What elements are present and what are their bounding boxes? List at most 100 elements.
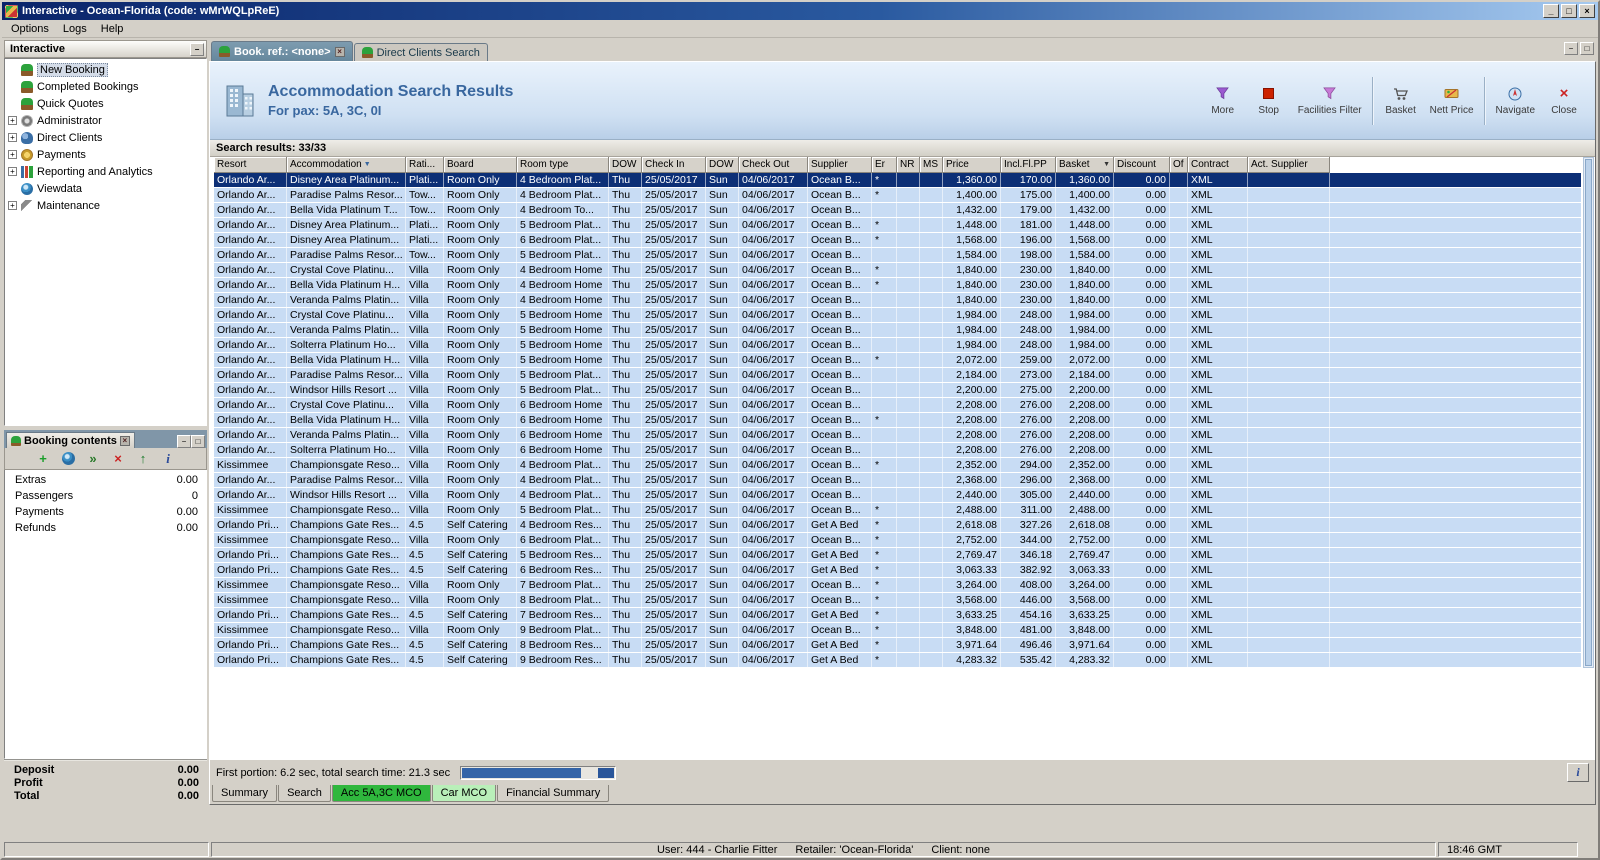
column-header-resort[interactable]: Resort bbox=[214, 157, 287, 173]
column-header-nr[interactable]: NR bbox=[897, 157, 920, 173]
table-row[interactable]: Orlando Ar... Windsor Hills Resort ... Vil… bbox=[214, 488, 1581, 503]
booking-contents-row[interactable]: Extras 0.00 bbox=[5, 474, 206, 490]
table-row[interactable]: Orlando Ar... Windsor Hills Resort ... Vil… bbox=[214, 383, 1581, 398]
scrollbar-thumb[interactable] bbox=[1585, 159, 1592, 666]
table-row[interactable]: Kissimmee Championsgate Reso... Villa Room … bbox=[214, 458, 1581, 473]
table-row[interactable]: Orlando Ar... Veranda Palms Platin... Vill… bbox=[214, 293, 1581, 308]
expander-icon[interactable]: + bbox=[8, 133, 17, 142]
basket-button[interactable]: Basket bbox=[1378, 73, 1424, 129]
add-icon[interactable]: + bbox=[36, 451, 51, 466]
sidebar-item-payments[interactable]: + Payments bbox=[5, 146, 206, 163]
booking-contents-row[interactable]: Payments 0.00 bbox=[5, 506, 206, 522]
facilities-filter-button[interactable]: Facilities Filter bbox=[1292, 73, 1368, 129]
tab-booking-ref[interactable]: Book. ref.: <none> × bbox=[211, 41, 353, 61]
close-tab-icon[interactable]: × bbox=[119, 435, 130, 446]
table-row[interactable]: Orlando Pri... Champions Gate Res... 4.5 Se… bbox=[214, 608, 1581, 623]
collapse-panel-icon[interactable]: − bbox=[190, 42, 204, 56]
maximize-button[interactable]: □ bbox=[1561, 4, 1577, 18]
table-row[interactable]: Kissimmee Championsgate Reso... Villa Room … bbox=[214, 623, 1581, 638]
column-header-board[interactable]: Board bbox=[444, 157, 517, 173]
table-row[interactable]: Kissimmee Championsgate Reso... Villa Room … bbox=[214, 578, 1581, 593]
table-row[interactable]: Orlando Pri... Champions Gate Res... 4.5 Se… bbox=[214, 653, 1581, 668]
column-header-act-supplier[interactable]: Act. Supplier bbox=[1248, 157, 1330, 173]
menu-options[interactable]: Options bbox=[4, 22, 56, 36]
booking-contents-row[interactable]: Refunds 0.00 bbox=[5, 522, 206, 538]
upload-icon[interactable]: ↑ bbox=[136, 451, 151, 466]
column-header-check-in[interactable]: Check In bbox=[642, 157, 706, 173]
column-header-of[interactable]: Of bbox=[1170, 157, 1188, 173]
globe-icon[interactable] bbox=[61, 451, 76, 466]
nett-price-button[interactable]: Nett Price bbox=[1424, 73, 1480, 129]
table-row[interactable]: Kissimmee Championsgate Reso... Villa Room … bbox=[214, 593, 1581, 608]
menu-help[interactable]: Help bbox=[94, 22, 131, 36]
expander-icon[interactable]: + bbox=[8, 150, 17, 159]
close-tab-icon[interactable]: × bbox=[334, 46, 345, 57]
panel-minimize-icon[interactable]: − bbox=[177, 435, 191, 448]
table-row[interactable]: Orlando Ar... Bella Vida Platinum H... Vil… bbox=[214, 353, 1581, 368]
panel-restore-icon[interactable]: □ bbox=[191, 435, 205, 448]
column-header-basket[interactable]: Basket ▼ bbox=[1056, 157, 1114, 173]
table-row[interactable]: Orlando Ar... Veranda Palms Platin... Vill… bbox=[214, 428, 1581, 443]
info-icon[interactable]: i bbox=[161, 451, 176, 466]
table-row[interactable]: Orlando Ar... Bella Vida Platinum H... Vil… bbox=[214, 278, 1581, 293]
column-header-incl-fl-pp[interactable]: Incl.Fl.PP bbox=[1001, 157, 1056, 173]
table-row[interactable]: Orlando Ar... Disney Area Platinum... Plat… bbox=[214, 218, 1581, 233]
booking-contents-tab[interactable]: Booking contents × bbox=[6, 432, 135, 448]
booking-contents-row[interactable]: Passengers 0 bbox=[5, 490, 206, 506]
column-header-room-type[interactable]: Room type bbox=[517, 157, 609, 173]
column-header-rati-[interactable]: Rati... bbox=[406, 157, 444, 173]
view-tab-summary[interactable]: Summary bbox=[212, 785, 278, 802]
vertical-scrollbar[interactable] bbox=[1583, 157, 1594, 668]
table-row[interactable]: Orlando Ar... Paradise Palms Resor... Tow.… bbox=[214, 248, 1581, 263]
view-tab-acc-5a-3c-mco[interactable]: Acc 5A,3C MCO bbox=[331, 785, 431, 802]
table-row[interactable]: Orlando Ar... Bella Vida Platinum H... Vil… bbox=[214, 413, 1581, 428]
column-header-dow[interactable]: DOW bbox=[609, 157, 642, 173]
column-header-price[interactable]: Price bbox=[943, 157, 1001, 173]
sidebar-item-completed-bookings[interactable]: Completed Bookings bbox=[5, 78, 206, 95]
table-row[interactable]: Kissimmee Championsgate Reso... Villa Room … bbox=[214, 503, 1581, 518]
delete-icon[interactable]: × bbox=[111, 451, 126, 466]
close-button[interactable]: × Close bbox=[1541, 73, 1587, 129]
transfer-icon[interactable]: » bbox=[86, 451, 101, 466]
column-header-dow[interactable]: DOW bbox=[706, 157, 739, 173]
column-header-check-out[interactable]: Check Out bbox=[739, 157, 808, 173]
table-row[interactable]: Orlando Pri... Champions Gate Res... 4.5 Se… bbox=[214, 638, 1581, 653]
table-row[interactable]: Orlando Ar... Veranda Palms Platin... Vill… bbox=[214, 323, 1581, 338]
column-header-contract[interactable]: Contract bbox=[1188, 157, 1248, 173]
info-button[interactable]: i bbox=[1567, 763, 1589, 782]
table-row[interactable]: Orlando Pri... Champions Gate Res... 4.5 Se… bbox=[214, 563, 1581, 578]
table-row[interactable]: Orlando Ar... Crystal Cove Platinu... Vill… bbox=[214, 398, 1581, 413]
sidebar-item-reporting-and-analytics[interactable]: + Reporting and Analytics bbox=[5, 163, 206, 180]
sidebar-item-maintenance[interactable]: + Maintenance bbox=[5, 197, 206, 214]
column-header-er[interactable]: Er bbox=[872, 157, 897, 173]
table-row[interactable]: Orlando Pri... Champions Gate Res... 4.5 Se… bbox=[214, 518, 1581, 533]
table-row[interactable]: Orlando Ar... Paradise Palms Resor... Tow.… bbox=[214, 188, 1581, 203]
table-row[interactable]: Orlando Ar... Paradise Palms Resor... Vill… bbox=[214, 368, 1581, 383]
table-row[interactable]: Orlando Ar... Bella Vida Platinum T... Tow… bbox=[214, 203, 1581, 218]
more-button[interactable]: More bbox=[1200, 73, 1246, 129]
view-tab-search[interactable]: Search bbox=[278, 785, 331, 802]
table-row[interactable]: Orlando Ar... Solterra Platinum Ho... Vill… bbox=[214, 338, 1581, 353]
table-row[interactable]: Orlando Ar... Solterra Platinum Ho... Vill… bbox=[214, 443, 1581, 458]
table-row[interactable]: Orlando Pri... Champions Gate Res... 4.5 Se… bbox=[214, 548, 1581, 563]
table-row[interactable]: Orlando Ar... Crystal Cove Platinu... Vill… bbox=[214, 263, 1581, 278]
sidebar-item-administrator[interactable]: + Administrator bbox=[5, 112, 206, 129]
sidebar-item-viewdata[interactable]: Viewdata bbox=[5, 180, 206, 197]
expander-icon[interactable]: + bbox=[8, 167, 17, 176]
table-row[interactable]: Orlando Ar... Disney Area Platinum... Plat… bbox=[214, 173, 1581, 188]
mdi-restore-icon[interactable]: □ bbox=[1580, 42, 1594, 55]
navigate-button[interactable]: Navigate bbox=[1490, 73, 1541, 129]
sidebar-item-quick-quotes[interactable]: Quick Quotes bbox=[5, 95, 206, 112]
column-header-accommodation[interactable]: Accommodation ▼ bbox=[287, 157, 406, 173]
menu-logs[interactable]: Logs bbox=[56, 22, 94, 36]
table-row[interactable]: Kissimmee Championsgate Reso... Villa Room … bbox=[214, 533, 1581, 548]
column-header-ms[interactable]: MS bbox=[920, 157, 943, 173]
view-tab-car-mco[interactable]: Car MCO bbox=[431, 785, 497, 802]
expander-icon[interactable]: + bbox=[8, 116, 17, 125]
table-row[interactable]: Orlando Ar... Crystal Cove Platinu... Vill… bbox=[214, 308, 1581, 323]
column-header-discount[interactable]: Discount bbox=[1114, 157, 1170, 173]
tab-direct-clients-search[interactable]: Direct Clients Search bbox=[353, 43, 488, 61]
table-row[interactable]: Orlando Ar... Disney Area Platinum... Plat… bbox=[214, 233, 1581, 248]
mdi-minimize-icon[interactable]: − bbox=[1564, 42, 1578, 55]
minimize-button[interactable]: _ bbox=[1543, 4, 1559, 18]
